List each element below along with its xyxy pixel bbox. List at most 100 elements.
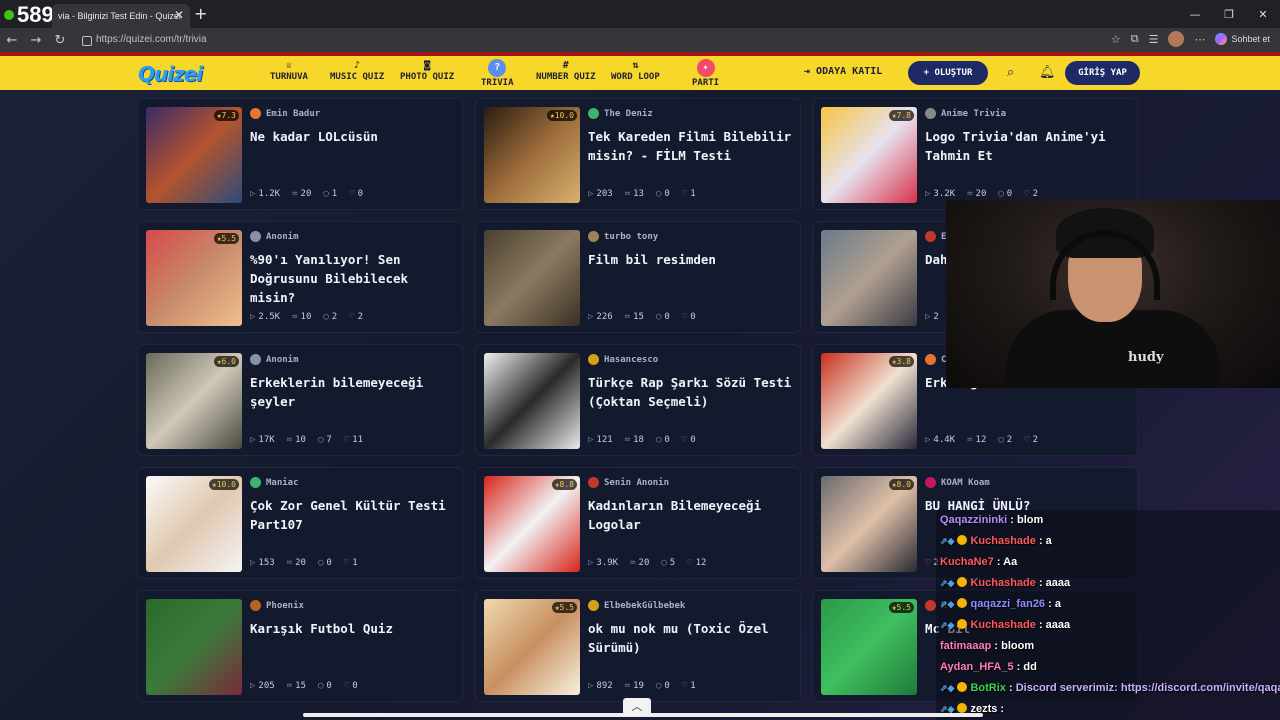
- quiz-card[interactable]: Phoenix Karışık Futbol Quiz ▷ 205 ≔ 15 ◯ 0 ♡ 0: [137, 590, 463, 702]
- quiz-card[interactable]: ★5.5 Anonim %90'ı Yanılıyor! Sen Doğrusunu…: [137, 221, 463, 333]
- quiz-card[interactable]: ★5.5 ElbebekGülbebek ok mu nok mu (Toxic Ö…: [475, 590, 801, 702]
- restore-icon[interactable]: ❐: [1212, 0, 1246, 28]
- quiz-thumbnail[interactable]: ★8.8: [484, 476, 580, 572]
- sub-badge-icon: [957, 703, 968, 713]
- quiz-thumbnail[interactable]: ★5.5: [821, 599, 917, 695]
- minimize-icon[interactable]: —: [1178, 0, 1212, 28]
- quiz-thumbnail[interactable]: ★6.0: [146, 353, 242, 449]
- chat-username[interactable]: fatimaaap: [940, 640, 991, 652]
- quiz-card[interactable]: ★6.0 Anonim Erkeklerin bilemeyeceği şeyler…: [137, 344, 463, 456]
- create-button[interactable]: + OLUŞTUR: [908, 61, 988, 85]
- quiz-author[interactable]: The Deniz: [588, 108, 653, 119]
- quiz-thumbnail[interactable]: ★10.0: [146, 476, 242, 572]
- site-logo[interactable]: Quizei: [138, 62, 203, 86]
- nav-photo-quiz[interactable]: ◙ PHOTO QUIZ: [400, 59, 454, 82]
- chat-username[interactable]: qaqazzi_fan26: [970, 598, 1045, 610]
- nav-number-quiz[interactable]: # NUMBER QUIZ: [536, 59, 596, 82]
- quiz-title[interactable]: Karışık Futbol Quiz: [250, 619, 455, 638]
- author-name: KOAM Koam: [941, 477, 990, 488]
- copilot-button[interactable]: Sohbet et: [1215, 33, 1270, 45]
- quiz-thumbnail[interactable]: ★3.8: [821, 353, 917, 449]
- quiz-card[interactable]: ★10.0 The Deniz Tek Kareden Filmi Bilebili…: [475, 98, 801, 210]
- comments-count: ◯ 2: [998, 435, 1012, 445]
- quiz-author[interactable]: C: [925, 354, 946, 365]
- quiz-card[interactable]: turbo tony Film bil resimden ▷ 226 ≔ 15 ◯ 0 ♡ 0: [475, 221, 801, 333]
- browser-tab[interactable]: via - Bilginizi Test Edin - Quizei ✕: [52, 4, 190, 28]
- star-icon[interactable]: ☆: [1111, 33, 1121, 46]
- quiz-title[interactable]: %90'ı Yanılıyor! Sen Doğrusunu Bilebilec…: [250, 250, 455, 307]
- quiz-thumbnail[interactable]: ★10.0: [484, 107, 580, 203]
- chat-username[interactable]: Qaqazzininki: [940, 514, 1007, 526]
- quiz-title[interactable]: Kadınların Bilemeyeceği Logolar: [588, 496, 793, 534]
- list-icon: ≔: [624, 435, 631, 445]
- bell-icon[interactable]: 🔔︎: [1039, 65, 1056, 80]
- quiz-author[interactable]: Maniac: [250, 477, 299, 488]
- quiz-thumbnail[interactable]: [484, 353, 580, 449]
- quiz-thumbnail[interactable]: ★8.0: [821, 476, 917, 572]
- quiz-card[interactable]: ★7.8 Anime Trivia Logo Trivia'dan Anime'yi…: [812, 98, 1138, 210]
- back-icon[interactable]: ←: [0, 33, 24, 48]
- profile-avatar[interactable]: [1168, 31, 1185, 47]
- chat-separator: :: [991, 640, 1002, 652]
- quiz-card[interactable]: Hasancesco Türkçe Rap Şarkı Sözü Testi (Ç…: [475, 344, 801, 456]
- scroll-up-button[interactable]: ︿: [623, 698, 651, 716]
- nav-music-quiz[interactable]: ♪ MUSIC QUIZ: [330, 59, 384, 82]
- nav-trivia[interactable]: ? TRIVIA: [481, 59, 514, 88]
- chat-username[interactable]: Kuchashade: [970, 619, 1035, 631]
- close-icon[interactable]: ✕: [174, 8, 184, 22]
- extensions-icon[interactable]: ⧉: [1131, 32, 1139, 46]
- plays-value: 205: [258, 681, 275, 691]
- login-button[interactable]: GİRİŞ YAP: [1065, 61, 1140, 85]
- quiz-card[interactable]: ★10.0 Maniac Çok Zor Genel Kültür Testi Pa…: [137, 467, 463, 579]
- nav-turnuva[interactable]: ♕ TURNUVA: [270, 59, 308, 82]
- quiz-author[interactable]: Anonim: [250, 231, 299, 242]
- search-icon[interactable]: ⌕: [1007, 65, 1014, 80]
- chat-username[interactable]: BotRix: [970, 682, 1005, 694]
- quiz-thumbnail[interactable]: ★7.8: [821, 107, 917, 203]
- quiz-author[interactable]: KOAM Koam: [925, 477, 990, 488]
- quiz-card[interactable]: ★7.3 Emin Badur Ne kadar LOLcüsün ▷ 1.2K ≔ 20 ◯…: [137, 98, 463, 210]
- join-room-button[interactable]: ⇥ ODAYA KATIL: [804, 66, 882, 77]
- questions-value: 15: [295, 681, 306, 691]
- nav-parti[interactable]: ✦ PARTI: [692, 59, 719, 88]
- quiz-author[interactable]: E: [925, 231, 946, 242]
- quiz-author[interactable]: Anime Trivia: [925, 108, 1006, 119]
- url-field[interactable]: https://quizei.com/tr/trivia: [80, 31, 1100, 49]
- quiz-author[interactable]: Phoenix: [250, 600, 304, 611]
- author-name: Hasancesco: [604, 354, 659, 365]
- quiz-thumbnail[interactable]: [484, 230, 580, 326]
- forward-icon[interactable]: →: [24, 33, 48, 48]
- quiz-title[interactable]: Logo Trivia'dan Anime'yi Tahmin Et: [925, 127, 1130, 165]
- more-icon[interactable]: ⋯: [1194, 33, 1205, 46]
- quiz-title[interactable]: Tek Kareden Filmi Bilebilir misin? - FİL…: [588, 127, 793, 165]
- quiz-author[interactable]: Senin Anonin: [588, 477, 669, 488]
- quiz-thumbnail[interactable]: ★5.5: [146, 230, 242, 326]
- quiz-title[interactable]: Ne kadar LOLcüsün: [250, 127, 455, 146]
- chat-username[interactable]: KuchaNe7: [940, 556, 994, 568]
- quiz-thumbnail[interactable]: ★7.3: [146, 107, 242, 203]
- quiz-author[interactable]: ElbebekGülbebek: [588, 600, 685, 611]
- chat-username[interactable]: Kuchashade: [970, 577, 1035, 589]
- quiz-author[interactable]: turbo tony: [588, 231, 658, 242]
- new-tab-icon[interactable]: +: [194, 4, 207, 23]
- quiz-author[interactable]: Emin Badur: [250, 108, 320, 119]
- chat-username[interactable]: Kuchashade: [970, 535, 1035, 547]
- quiz-title[interactable]: Türkçe Rap Şarkı Sözü Testi (Çoktan Seçm…: [588, 373, 793, 411]
- quiz-author[interactable]: Anonim: [250, 354, 299, 365]
- reload-icon[interactable]: ↻: [48, 33, 72, 48]
- quiz-title[interactable]: Çok Zor Genel Kültür Testi Part107: [250, 496, 455, 534]
- favorites-icon[interactable]: ☰: [1149, 33, 1159, 46]
- chat-separator: :: [1045, 598, 1055, 610]
- quiz-author[interactable]: Hasancesco: [588, 354, 658, 365]
- quiz-title[interactable]: Erkeklerin bilemeyeceği şeyler: [250, 373, 455, 411]
- quiz-thumbnail[interactable]: ★5.5: [484, 599, 580, 695]
- plays-count: ▷ 4.4K: [925, 435, 955, 445]
- chat-username[interactable]: Aydan_HFA_5: [940, 661, 1014, 673]
- quiz-card[interactable]: ★8.8 Senin Anonin Kadınların Bilemeyeceği …: [475, 467, 801, 579]
- quiz-thumbnail[interactable]: [821, 230, 917, 326]
- quiz-title[interactable]: Film bil resimden: [588, 250, 793, 269]
- window-close-icon[interactable]: ✕: [1246, 0, 1280, 28]
- nav-word-loop[interactable]: ⇅ WORD LOOP: [611, 59, 660, 82]
- quiz-title[interactable]: ok mu nok mu (Toxic Özel Sürümü): [588, 619, 793, 657]
- quiz-thumbnail[interactable]: [146, 599, 242, 695]
